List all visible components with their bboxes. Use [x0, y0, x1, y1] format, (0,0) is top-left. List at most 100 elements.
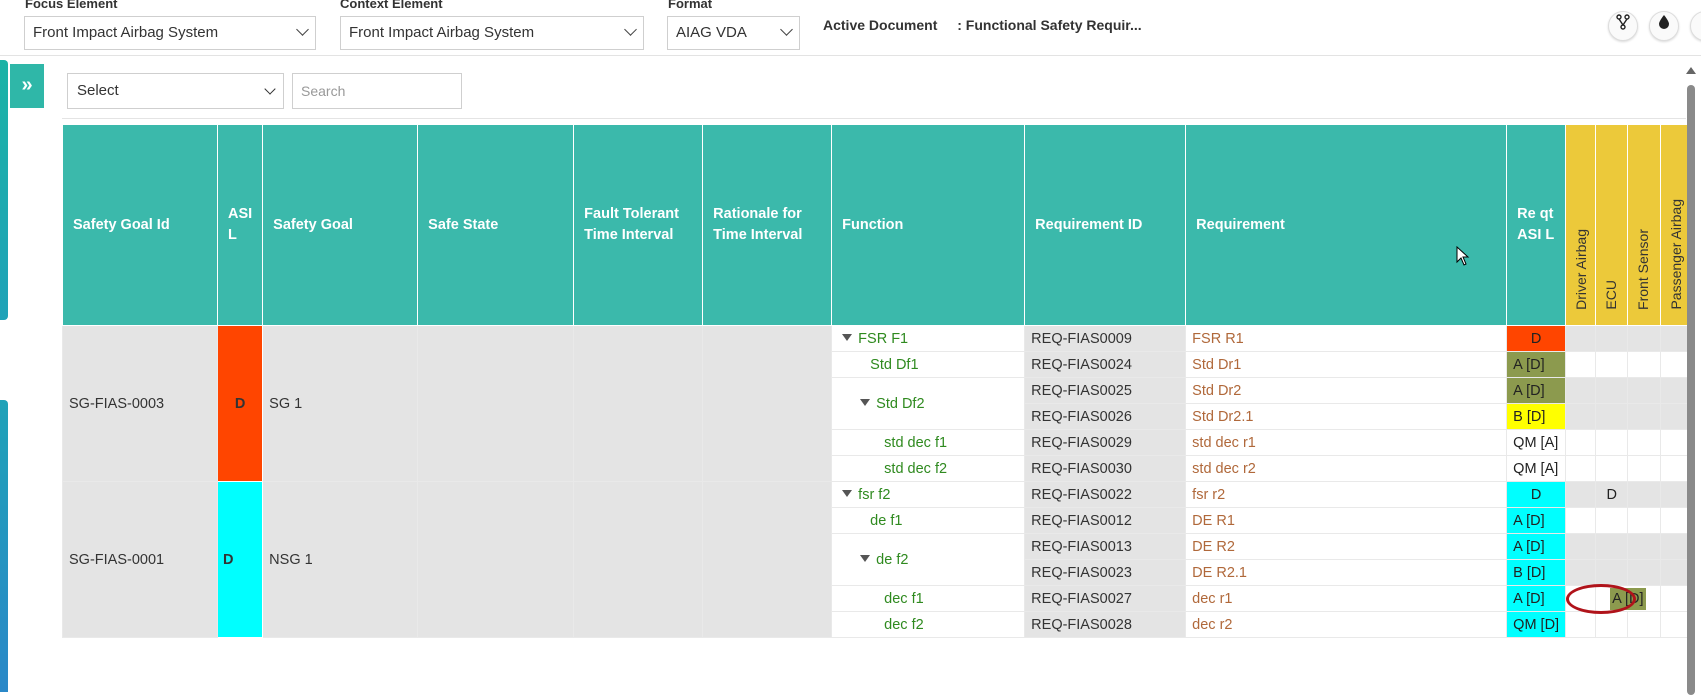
function-cell[interactable]: Std Df2 — [831, 377, 1026, 430]
left-nav-strip-lower[interactable] — [0, 400, 8, 692]
alloc-cell[interactable] — [1627, 429, 1661, 456]
alloc-cell[interactable] — [1565, 351, 1597, 378]
requirement-cell[interactable]: Std Dr2.1 — [1185, 403, 1508, 430]
alloc-cell[interactable] — [1565, 507, 1597, 534]
reqt-asil-cell: B [D] — [1506, 559, 1567, 586]
scroll-up-arrow-icon[interactable] — [1686, 67, 1696, 74]
top-bar: Focus Element Front Impact Airbag System… — [0, 0, 1701, 56]
alloc-cell[interactable] — [1565, 559, 1597, 586]
focus-element-dropdown[interactable]: Front Impact Airbag System — [24, 16, 316, 50]
more-icon[interactable] — [1690, 11, 1701, 41]
format-dropdown[interactable]: AIAG VDA — [667, 16, 800, 50]
alloc-cell[interactable] — [1565, 455, 1597, 482]
reqt-asil-cell: D — [1506, 481, 1567, 508]
requirement-cell[interactable]: Std Dr2 — [1185, 377, 1508, 404]
col-reqt-asil[interactable]: Re qt ASI L — [1506, 124, 1567, 326]
droplet-icon[interactable] — [1649, 11, 1679, 41]
mouse-cursor-icon — [1456, 246, 1470, 266]
alloc-cell[interactable] — [1595, 377, 1629, 404]
col-requirement[interactable]: Requirement — [1185, 124, 1508, 326]
function-cell[interactable]: de f2 — [831, 533, 1026, 586]
left-nav-strip[interactable] — [0, 60, 8, 320]
function-cell[interactable]: FSR F1 — [831, 325, 1026, 352]
context-element-dropdown[interactable]: Front Impact Airbag System — [340, 16, 644, 50]
alloc-cell[interactable] — [1565, 403, 1597, 430]
col-requirement-id[interactable]: Requirement ID — [1024, 124, 1187, 326]
alloc-cell[interactable] — [1595, 429, 1629, 456]
collapse-triangle-icon[interactable] — [860, 554, 871, 562]
context-element-value: Front Impact Airbag System — [349, 24, 535, 41]
alloc-cell[interactable] — [1595, 507, 1629, 534]
alloc-cell[interactable] — [1627, 481, 1661, 508]
alloc-cell[interactable] — [1627, 455, 1661, 482]
requirement-cell[interactable]: std dec r2 — [1185, 455, 1508, 482]
scrollbar-thumb[interactable] — [1687, 85, 1695, 695]
function-cell[interactable]: fsr f2 — [831, 481, 1026, 508]
collapse-triangle-icon[interactable] — [860, 398, 871, 406]
alloc-cell[interactable] — [1627, 325, 1661, 352]
filter-select-value: Select — [77, 82, 119, 99]
col-ftti[interactable]: Fault Tolerant Time Interval — [573, 124, 704, 326]
asil-cell: D — [216, 481, 264, 638]
alloc-cell[interactable] — [1627, 377, 1661, 404]
safety-goal-cell: NSG 1 — [262, 481, 419, 638]
function-cell[interactable]: de f1 — [831, 507, 1026, 534]
requirement-cell[interactable]: dec r1 — [1185, 585, 1508, 612]
requirement-cell[interactable]: DE R2.1 — [1185, 559, 1508, 586]
alloc-cell[interactable] — [1627, 403, 1661, 430]
expand-sidebar-button[interactable]: » — [10, 64, 44, 108]
alloc-cell[interactable] — [1595, 403, 1629, 430]
function-cell[interactable]: std dec f2 — [831, 455, 1026, 482]
alloc-cell[interactable] — [1595, 533, 1629, 560]
alloc-cell[interactable] — [1627, 611, 1661, 638]
alloc-cell[interactable] — [1565, 325, 1597, 352]
search-input[interactable] — [292, 73, 462, 109]
requirement-cell[interactable]: Std Dr1 — [1185, 351, 1508, 378]
alloc-cell[interactable] — [1627, 559, 1661, 586]
alloc-cell[interactable] — [1565, 429, 1597, 456]
col-function[interactable]: Function — [831, 124, 1026, 326]
requirement-cell[interactable]: dec r2 — [1185, 611, 1508, 638]
alloc-cell[interactable] — [1565, 377, 1597, 404]
collapse-triangle-icon[interactable] — [842, 489, 853, 497]
alloc-cell[interactable] — [1565, 533, 1597, 560]
requirement-cell[interactable]: FSR R1 — [1185, 325, 1508, 352]
col-front-sensor[interactable]: Front Sensor — [1627, 124, 1661, 326]
table-row[interactable]: SG-FIAS-0001 D NSG 1 fsr f2 REQ-FIAS0022… — [62, 481, 1691, 638]
alloc-cell[interactable] — [1627, 351, 1661, 378]
col-asil[interactable]: ASI L — [216, 124, 264, 326]
alloc-cell[interactable] — [1627, 533, 1661, 560]
requirement-cell[interactable]: DE R1 — [1185, 507, 1508, 534]
function-cell[interactable]: std dec f1 — [831, 429, 1026, 456]
col-driver-airbag[interactable]: Driver Airbag — [1565, 124, 1597, 326]
alloc-cell[interactable] — [1565, 611, 1597, 638]
col-ecu[interactable]: ECU — [1595, 124, 1629, 326]
col-rationale[interactable]: Rationale for Time Interval — [702, 124, 833, 326]
collapse-triangle-icon[interactable] — [842, 333, 853, 341]
reqt-asil-cell: A [D] — [1506, 585, 1567, 612]
vertical-scrollbar[interactable] — [1686, 67, 1696, 695]
alloc-cell[interactable]: D — [1595, 481, 1629, 508]
alloc-cell[interactable] — [1595, 455, 1629, 482]
col-safety-goal-id[interactable]: Safety Goal Id — [62, 124, 218, 326]
alloc-cell[interactable] — [1627, 507, 1661, 534]
requirement-id-cell: REQ-FIAS0028 — [1024, 611, 1187, 638]
format-value: AIAG VDA — [676, 24, 747, 41]
function-cell[interactable]: dec f2 — [831, 611, 1026, 638]
function-cell[interactable]: dec f1 — [831, 585, 1026, 612]
requirement-cell[interactable]: fsr r2 — [1185, 481, 1508, 508]
col-safety-goal[interactable]: Safety Goal — [262, 124, 419, 326]
alloc-cell[interactable] — [1595, 611, 1629, 638]
branch-icon[interactable] — [1608, 11, 1638, 41]
col-safe-state[interactable]: Safe State — [417, 124, 575, 326]
table-row[interactable]: SG-FIAS-0003 D SG 1 FSR F1 REQ-FIAS0009 … — [62, 325, 1691, 482]
function-cell[interactable]: Std Df1 — [831, 351, 1026, 378]
alloc-cell[interactable] — [1565, 481, 1597, 508]
filter-select[interactable]: Select — [67, 73, 284, 109]
requirement-cell[interactable]: DE R2 — [1185, 533, 1508, 560]
requirement-cell[interactable]: std dec r1 — [1185, 429, 1508, 456]
active-document-value: : Functional Safety Requir... — [957, 17, 1142, 33]
alloc-cell[interactable] — [1595, 325, 1629, 352]
alloc-cell[interactable] — [1595, 559, 1629, 586]
alloc-cell[interactable] — [1595, 351, 1629, 378]
